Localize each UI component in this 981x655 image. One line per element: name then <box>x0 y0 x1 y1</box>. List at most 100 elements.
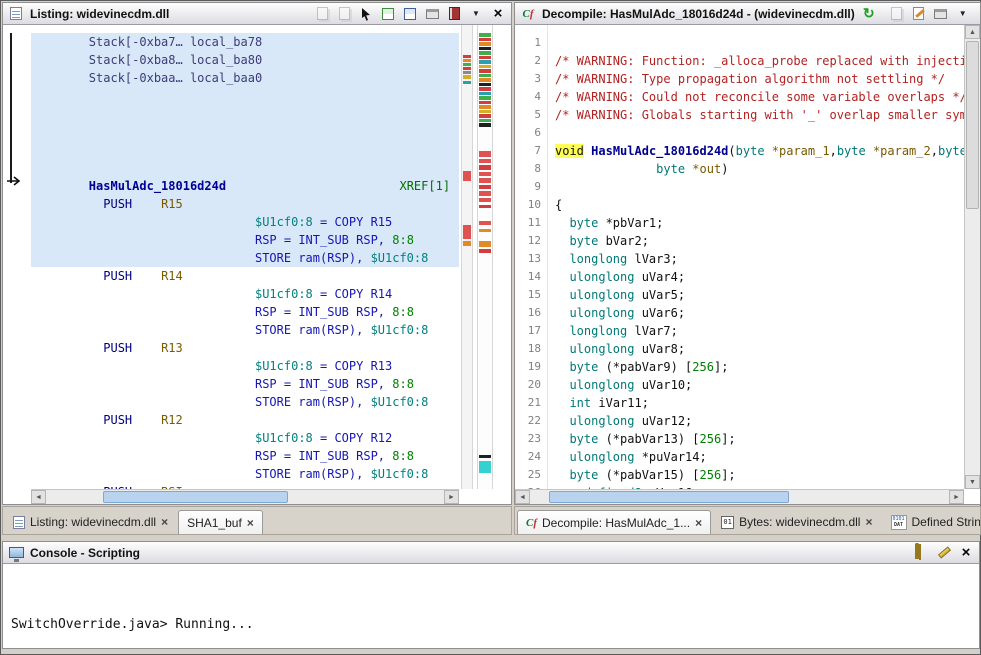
overview-marker[interactable] <box>479 33 491 37</box>
overview-marker[interactable] <box>463 59 471 62</box>
listing-line[interactable]: HasMulAdc_18016d24d XREF[1] <box>31 177 459 195</box>
decompiler-line[interactable]: byte (*pabVar13) [256]; <box>555 430 964 448</box>
dropdown-icon[interactable]: ▼ <box>955 6 971 22</box>
scroll-up-icon[interactable]: ▲ <box>965 25 980 39</box>
decompiler-line[interactable]: byte (*pabVar9) [256]; <box>555 358 964 376</box>
copy-icon[interactable] <box>314 6 330 22</box>
listing-line[interactable]: $U1cf0:8 = COPY R15 <box>31 213 459 231</box>
overview-margin[interactable] <box>477 25 493 489</box>
tab-close-icon[interactable]: × <box>695 516 702 530</box>
listing-line[interactable]: STORE ram(RSP), $U1cf0:8 <box>31 393 459 411</box>
close-icon[interactable]: × <box>977 6 980 22</box>
decompiler-line[interactable]: /* WARNING: Globals starting with '_' ov… <box>555 106 964 124</box>
listing-line[interactable]: PUSH R15 <box>31 195 459 213</box>
overview-marker[interactable] <box>479 38 491 41</box>
listing-line[interactable]: PUSH R14 <box>31 267 459 285</box>
overview-marker[interactable] <box>479 51 491 55</box>
decompiler-line[interactable] <box>555 124 964 142</box>
tab-decompile[interactable]: Cf Decompile: HasMulAdc_1... × <box>517 510 711 534</box>
scroll-left-icon[interactable]: ◄ <box>515 490 530 504</box>
console-output[interactable]: SwitchOverride.java> Running... SwitchOv… <box>3 564 979 648</box>
decompiler-line[interactable] <box>555 178 964 196</box>
decompiler-line[interactable]: byte *out) <box>555 160 964 178</box>
overview-marker[interactable] <box>479 42 491 46</box>
hscroll-thumb[interactable] <box>103 491 288 503</box>
decompiler-hscrollbar[interactable]: ◄ ► <box>515 489 964 504</box>
overview-marker[interactable] <box>479 87 491 91</box>
decompiler-line[interactable]: ulonglong *puVar14; <box>555 448 964 466</box>
overview-marker[interactable] <box>463 55 471 58</box>
overview-marker[interactable] <box>479 455 491 458</box>
overview-marker[interactable] <box>479 78 491 82</box>
tab-close-icon[interactable]: × <box>247 516 254 530</box>
decompiler-line[interactable]: byte bVar2; <box>555 232 964 250</box>
overview-marker[interactable] <box>479 178 491 183</box>
tab-sha1-buf[interactable]: SHA1_buf × <box>178 510 263 534</box>
cursor-arrow-icon[interactable] <box>358 6 374 22</box>
listing-line[interactable] <box>31 105 459 123</box>
listing-line[interactable]: RSP = INT_SUB RSP, 8:8 <box>31 303 459 321</box>
listing-code[interactable]: Stack[-0xba7… local_ba78 Stack[-0xba8… l… <box>31 33 459 489</box>
copy-icon[interactable] <box>889 6 905 22</box>
edit-icon[interactable] <box>911 6 927 22</box>
listing-line[interactable]: Stack[-0xba7… local_ba78 <box>31 33 459 51</box>
overview-marker[interactable] <box>479 96 491 100</box>
printer-icon[interactable] <box>424 6 440 22</box>
overview-marker[interactable] <box>479 159 491 163</box>
decompiler-line[interactable]: ulonglong uVar12; <box>555 412 964 430</box>
overview-marker[interactable] <box>479 185 491 189</box>
overview-marker[interactable] <box>463 67 471 70</box>
listing-line[interactable] <box>31 123 459 141</box>
overview-marker[interactable] <box>479 191 491 196</box>
decompiler-line[interactable]: ulonglong uVar6; <box>555 304 964 322</box>
tab-listing[interactable]: Listing: widevinecdm.dll × <box>5 510 176 534</box>
decompiler-line[interactable]: void HasMulAdc_18016d24d(byte *param_1,b… <box>555 142 964 160</box>
listing-line[interactable]: $U1cf0:8 = COPY R13 <box>31 357 459 375</box>
decompiler-line[interactable] <box>555 34 964 52</box>
overview-marker[interactable] <box>479 74 491 77</box>
overview-marker[interactable] <box>463 81 471 84</box>
overview-marker[interactable] <box>479 105 491 109</box>
paste-icon[interactable] <box>336 6 352 22</box>
overview-marker[interactable] <box>479 241 491 247</box>
decompiler-line[interactable]: /* WARNING: Type propagation algorithm n… <box>555 70 964 88</box>
listing-line[interactable]: PUSH R13 <box>31 339 459 357</box>
listing-line[interactable]: $U1cf0:8 = COPY R12 <box>31 429 459 447</box>
refresh-icon[interactable]: ↻ <box>861 6 877 22</box>
listing-line[interactable]: STORE ram(RSP), $U1cf0:8 <box>31 249 459 267</box>
scroll-right-icon[interactable]: ► <box>444 490 459 504</box>
tab-close-icon[interactable]: × <box>161 515 168 529</box>
dropdown-icon[interactable]: ▼ <box>468 6 484 22</box>
tab-close-icon[interactable]: × <box>865 515 872 529</box>
scroll-lock-icon[interactable] <box>914 545 930 561</box>
listing-line[interactable] <box>31 141 459 159</box>
overview-marker[interactable] <box>463 71 471 74</box>
listing-line[interactable] <box>31 159 459 177</box>
listing-line[interactable]: RSP = INT_SUB RSP, 8:8 <box>31 231 459 249</box>
overview-marker[interactable] <box>479 461 491 473</box>
overview-marker[interactable] <box>479 60 491 64</box>
scroll-right-icon[interactable]: ► <box>949 490 964 504</box>
overview-marker[interactable] <box>479 123 491 127</box>
marker-margin[interactable] <box>461 25 473 489</box>
overview-marker[interactable] <box>479 114 491 118</box>
decompiler-line[interactable]: int iVar11; <box>555 394 964 412</box>
printer-icon[interactable] <box>933 6 949 22</box>
decompiler-line[interactable]: { <box>555 196 964 214</box>
overview-marker[interactable] <box>479 83 491 86</box>
listing-line[interactable]: Stack[-0xba8… local_ba80 <box>31 51 459 69</box>
decompiler-line[interactable]: ulonglong uVar8; <box>555 340 964 358</box>
decompiler-line[interactable]: byte (*pabVar15) [256]; <box>555 466 964 484</box>
decompiler-line[interactable]: ulonglong uVar10; <box>555 376 964 394</box>
overview-marker[interactable] <box>479 56 491 59</box>
decompiler-vscrollbar[interactable]: ▲ ▼ <box>964 25 980 489</box>
decompiler-line[interactable]: byte *pbVar1; <box>555 214 964 232</box>
scroll-left-icon[interactable]: ◄ <box>31 490 46 504</box>
tab-bytes[interactable]: 01 Bytes: widevinecdm.dll × <box>713 510 880 534</box>
overview-marker[interactable] <box>479 198 491 202</box>
clear-console-icon[interactable] <box>936 545 952 561</box>
listing-line[interactable]: Stack[-0xbaa… local_baa0 <box>31 69 459 87</box>
overview-marker[interactable] <box>479 172 491 176</box>
listing-line[interactable]: RSP = INT_SUB RSP, 8:8 <box>31 375 459 393</box>
overview-marker[interactable] <box>479 151 491 157</box>
